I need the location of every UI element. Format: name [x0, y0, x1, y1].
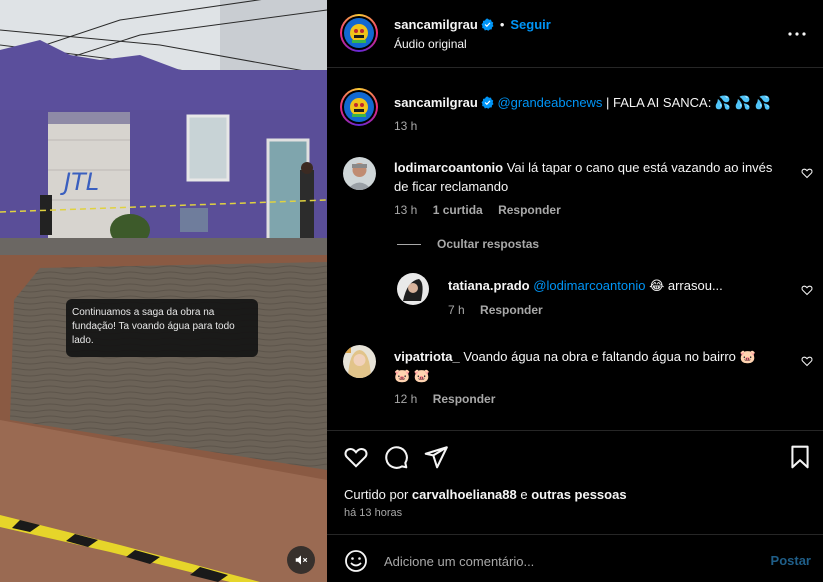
share-send-icon[interactable]: [423, 444, 449, 470]
verified-badge-icon: [481, 18, 494, 31]
save-bookmark-icon[interactable]: [787, 444, 813, 470]
actions-divider: [327, 430, 823, 431]
add-comment-bar: Postar: [327, 541, 823, 582]
heart-outline-icon[interactable]: [801, 167, 813, 179]
heart-outline-icon[interactable]: [801, 355, 813, 367]
svg-text:JTL: JTL: [60, 168, 99, 196]
profile-photo: [397, 273, 429, 305]
post-header: sancamilgrau • Seguir Áudio original: [327, 0, 823, 68]
caption-text: | FALA AI SANCA: 💦 💦 💦: [602, 95, 771, 110]
post-video[interactable]: JTL Continuamos a saga da obra na fundaç…: [0, 0, 327, 582]
mute-toggle-button[interactable]: [287, 546, 315, 574]
liked-by-prefix: Curtido por: [344, 487, 412, 502]
comment-input-divider: [327, 534, 823, 535]
comment-username[interactable]: vipatriota_: [394, 349, 460, 364]
more-options-button[interactable]: [787, 24, 807, 44]
caption-author-avatar[interactable]: [340, 88, 378, 126]
verified-badge-icon: [481, 96, 494, 109]
like-heart-icon[interactable]: [343, 444, 369, 470]
reply-button[interactable]: Responder: [480, 303, 543, 317]
comment-time: 7 h: [448, 303, 465, 317]
liked-by-others-link[interactable]: outras pessoas: [531, 487, 626, 502]
hide-replies-label: Ocultar respostas: [437, 237, 540, 251]
more-horizontal-icon: [788, 32, 806, 36]
comment-time: 13 h: [394, 203, 418, 217]
comment-username[interactable]: tatiana.prado: [448, 278, 530, 293]
comment-likes-count[interactable]: 1 curtida: [433, 203, 483, 217]
profile-photo: [343, 345, 376, 378]
video-text-overlay: Continuamos a saga da obra na fundação! …: [66, 299, 258, 357]
reply-mention-link[interactable]: @lodimarcoantonio: [533, 278, 645, 293]
profile-photo: [343, 157, 376, 190]
emoji-smiley-icon[interactable]: [344, 549, 368, 573]
commenter-avatar[interactable]: [343, 345, 376, 378]
caption-time: 13 h: [394, 119, 418, 133]
follow-button[interactable]: Seguir: [510, 17, 550, 32]
replies-divider-line: [397, 243, 421, 245]
post-comment-button[interactable]: Postar: [771, 553, 811, 568]
audio-label[interactable]: Áudio original: [394, 37, 467, 51]
caption-username[interactable]: sancamilgrau: [394, 95, 478, 110]
heart-outline-icon[interactable]: [801, 284, 813, 296]
header-separator: •: [499, 17, 505, 32]
hide-replies-button[interactable]: Ocultar respostas: [397, 237, 539, 251]
video-frame: JTL: [0, 0, 327, 582]
comment-input[interactable]: [384, 549, 744, 573]
comment-username[interactable]: lodimarcoantonio: [394, 160, 503, 175]
post-action-bar: [327, 440, 823, 474]
commenter-avatar[interactable]: [343, 157, 376, 190]
post-panel: sancamilgrau • Seguir Áudio original sanca: [327, 0, 823, 582]
comment-bubble-icon[interactable]: [383, 444, 409, 470]
commenter-avatar[interactable]: [397, 273, 429, 305]
brand-logo-icon: [350, 24, 368, 43]
liked-by-text: Curtido por carvalhoeliana88 e outras pe…: [344, 487, 627, 502]
liked-by-user-link[interactable]: carvalhoeliana88: [412, 487, 517, 502]
post-time-ago[interactable]: há 13 horas: [344, 507, 402, 519]
comment-text: 😂 arrasou...: [645, 278, 723, 293]
liked-by-and: e: [516, 487, 532, 502]
reply-button[interactable]: Responder: [433, 392, 496, 406]
reply-button[interactable]: Responder: [498, 203, 561, 217]
comment-time: 12 h: [394, 392, 418, 406]
author-avatar[interactable]: [340, 14, 378, 52]
brand-logo-icon: [350, 98, 368, 117]
caption-mention-link[interactable]: @grandeabcnews: [497, 95, 602, 110]
speaker-muted-icon: [295, 555, 308, 565]
author-username[interactable]: sancamilgrau: [394, 17, 478, 32]
